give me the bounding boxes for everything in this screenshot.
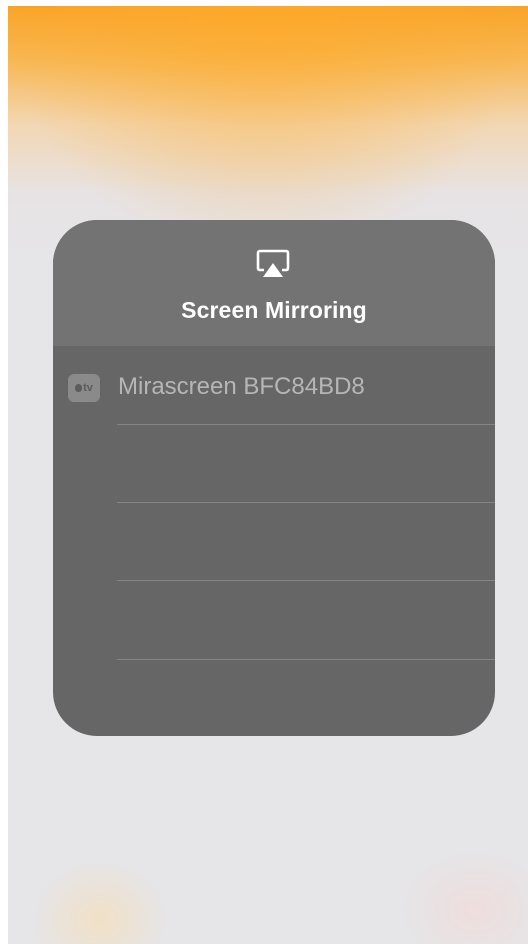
device-row-mirascreen[interactable]: tv Mirascreen BFC84BD8	[53, 346, 495, 424]
wallpaper-bottom-right-glow	[400, 850, 528, 944]
apple-logo-icon	[75, 384, 83, 392]
wallpaper-bottom-left-glow	[30, 860, 170, 944]
device-name: Mirascreen BFC84BD8	[118, 373, 365, 400]
control-center-screen: Screen Mirroring tv Mirascreen BFC84BD8	[0, 0, 528, 944]
screen-mirroring-panel: Screen Mirroring tv Mirascreen BFC84BD8	[53, 220, 495, 736]
empty-device-row	[117, 581, 495, 658]
empty-device-row	[117, 425, 495, 502]
airplay-icon	[256, 249, 290, 277]
apple-tv-icon-text: tv	[83, 382, 93, 394]
panel-header: Screen Mirroring	[53, 220, 495, 346]
screen-left-edge	[0, 0, 8, 944]
apple-tv-icon: tv	[68, 374, 100, 402]
row-separator	[117, 659, 495, 660]
empty-device-row	[117, 503, 495, 580]
panel-title: Screen Mirroring	[181, 297, 367, 323]
screen-top-edge	[0, 0, 528, 6]
